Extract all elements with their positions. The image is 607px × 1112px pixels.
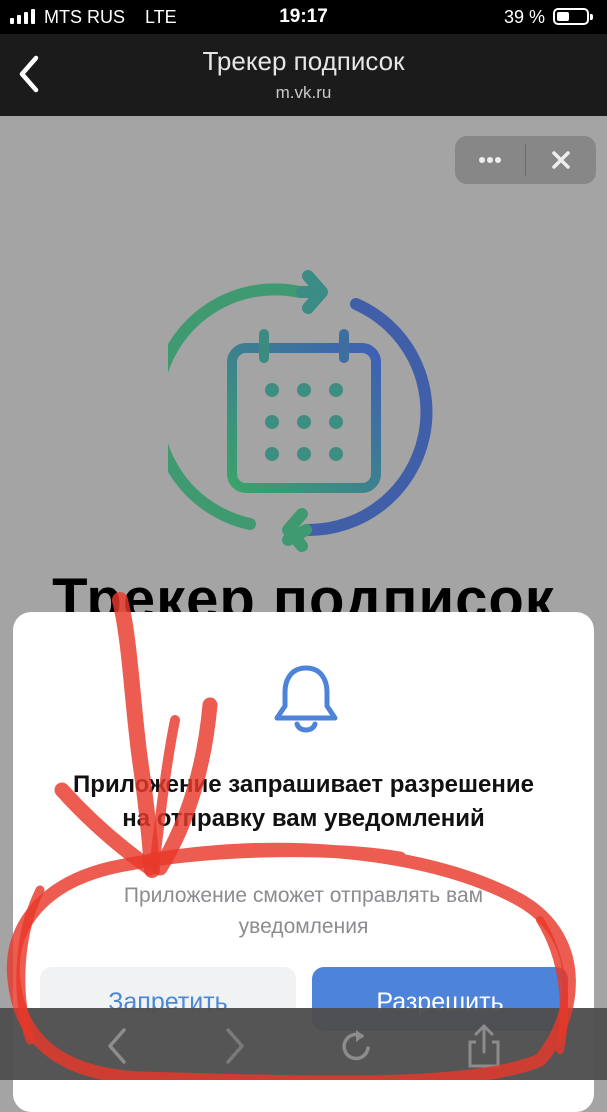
- page-title: Трекер подписок: [202, 46, 405, 76]
- toolbar-forward-button[interactable]: [210, 1022, 258, 1070]
- dialog-description: Приложение сможет отправлять вам уведомл…: [123, 884, 484, 938]
- more-button[interactable]: [455, 136, 525, 184]
- status-bar: MTS RUS LTE 19:17 39 %: [0, 0, 607, 34]
- page-url: m.vk.ru: [275, 83, 332, 102]
- battery-icon: [553, 8, 593, 25]
- share-icon: [468, 1024, 500, 1068]
- toolbar-share-button[interactable]: [460, 1022, 508, 1070]
- arrow-back-icon: [108, 1028, 126, 1064]
- dialog-title: Приложение запрашивает разрешение на отп…: [73, 771, 534, 832]
- bell-icon: [274, 665, 338, 733]
- browser-header: Трекер подписок m.vk.ru: [0, 34, 607, 116]
- toolbar-reload-button[interactable]: [332, 1022, 380, 1070]
- miniapp-controls: [455, 136, 596, 184]
- reload-icon: [342, 1030, 370, 1061]
- more-dots-icon: [479, 157, 501, 163]
- battery-percent: 39 %: [503, 7, 545, 27]
- calendar-refresh-icon: [168, 270, 433, 552]
- browser-toolbar: [0, 1008, 607, 1080]
- toolbar-back-button[interactable]: [94, 1022, 142, 1070]
- arrow-forward-icon: [226, 1028, 244, 1064]
- close-button[interactable]: [526, 136, 596, 184]
- close-icon: [552, 151, 570, 169]
